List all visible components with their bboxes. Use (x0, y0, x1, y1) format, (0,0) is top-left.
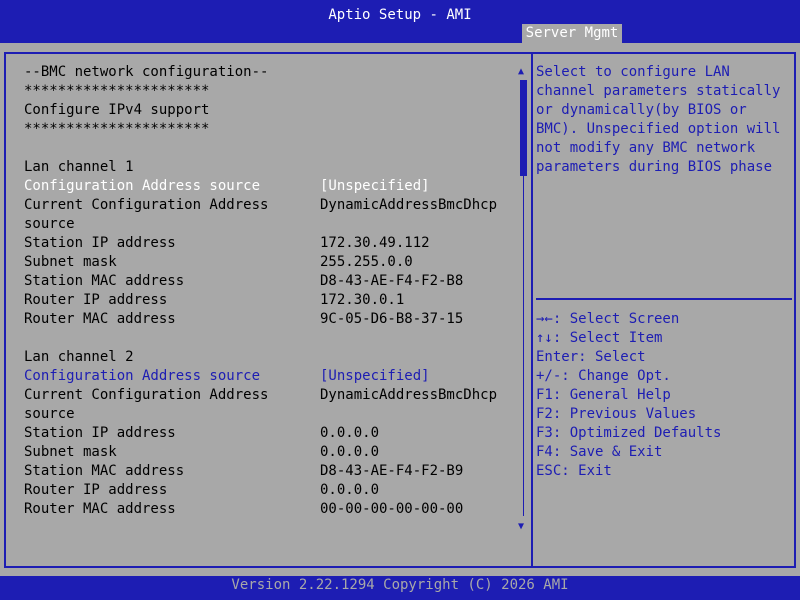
help-text-line: Select to configure LAN (536, 64, 730, 80)
key-hint-f3: F3: Optimized Defaults (536, 425, 722, 441)
scrollbar-thumb[interactable] (520, 80, 527, 176)
help-separator (536, 298, 792, 300)
ch2-config-address-source-value[interactable]: [Unspecified] (320, 367, 430, 386)
key-hint-esc: ESC: Exit (536, 463, 612, 479)
key-hint-enter: Enter: Select (536, 349, 646, 365)
ch1-current-config-value: DynamicAddressBmcDhcp (320, 197, 498, 213)
ch1-current-config-label: Current Configuration Address (24, 197, 269, 213)
ch2-station-mac-value: D8-43-AE-F4-F2-B9 (320, 463, 464, 479)
ch2-router-ip-value: 0.0.0.0 (320, 482, 380, 498)
key-hint-change-opt: +/-: Change Opt. (536, 368, 671, 384)
ch2-router-mac-label: Router MAC address (24, 501, 176, 517)
ch2-config-address-source-label[interactable]: Configuration Address source (24, 367, 260, 386)
ch2-current-config-label: Current Configuration Address (24, 387, 269, 403)
ch1-config-address-source-value[interactable]: [Unspecified] (320, 177, 430, 196)
scrollbar-track[interactable] (523, 176, 524, 516)
footer-version: Version 2.22.1294 Copyright (C) 2026 AMI (0, 576, 800, 600)
scroll-down-icon[interactable]: ▼ (518, 522, 524, 532)
help-text-line: BMC). Unspecified option will (536, 121, 781, 137)
key-hint-select-item: ↑↓: Select Item (536, 330, 663, 346)
ch1-current-config-label-cont: source (24, 216, 75, 232)
ch1-station-ip-label: Station IP address (24, 235, 176, 251)
ch2-router-ip-label: Router IP address (24, 482, 168, 498)
ch1-subnet-value: 255.255.0.0 (320, 254, 413, 270)
ch1-station-mac-label: Station MAC address (24, 273, 185, 289)
panel-divider (531, 52, 533, 568)
help-text-line: or dynamically(by BIOS or (536, 102, 747, 118)
help-text-line: not modify any BMC network (536, 140, 756, 156)
ch2-subnet-label: Subnet mask (24, 444, 117, 460)
ch2-station-mac-label: Station MAC address (24, 463, 185, 479)
ch1-subnet-label: Subnet mask (24, 254, 117, 270)
ch2-current-config-label-cont: source (24, 406, 75, 422)
key-hint-f4: F4: Save & Exit (536, 444, 663, 460)
ch2-station-ip-label: Station IP address (24, 425, 176, 441)
key-hint-f1: F1: General Help (536, 387, 671, 403)
tab-server-mgmt[interactable]: Server Mgmt (522, 24, 622, 43)
ch2-subnet-value: 0.0.0.0 (320, 444, 380, 460)
help-text-line: channel parameters statically (536, 83, 781, 99)
ch1-station-mac-value: D8-43-AE-F4-F2-B8 (320, 273, 464, 289)
ch1-router-mac-value: 9C-05-D6-B8-37-15 (320, 311, 464, 327)
lan-channel-2-heading: Lan channel 2 (24, 349, 134, 365)
ch1-config-address-source-label[interactable]: Configuration Address source (24, 177, 260, 196)
app-title: Aptio Setup - AMI (328, 7, 472, 23)
ch1-router-ip-value: 172.30.0.1 (320, 292, 405, 308)
ipv4-heading: Configure IPv4 support (24, 102, 210, 118)
ch2-router-mac-value: 00-00-00-00-00-00 (320, 501, 464, 517)
help-text-line: parameters during BIOS phase (536, 159, 773, 175)
section-heading: --BMC network configuration-- (24, 64, 269, 80)
separator-line: ********************** (24, 83, 210, 99)
ch1-router-mac-label: Router MAC address (24, 311, 176, 327)
ch2-station-ip-value: 0.0.0.0 (320, 425, 380, 441)
ch2-current-config-value: DynamicAddressBmcDhcp (320, 387, 498, 403)
ch1-router-ip-label: Router IP address (24, 292, 168, 308)
ch1-station-ip-value: 172.30.49.112 (320, 235, 430, 251)
key-hint-select-screen: →←: Select Screen (536, 311, 680, 327)
key-hint-f2: F2: Previous Values (536, 406, 697, 422)
title-bar: Aptio Setup - AMI Server Mgmt (0, 0, 800, 43)
scroll-up-icon[interactable]: ▲ (518, 67, 524, 77)
lan-channel-1-heading: Lan channel 1 (24, 159, 134, 175)
separator-line: ********************** (24, 121, 210, 137)
